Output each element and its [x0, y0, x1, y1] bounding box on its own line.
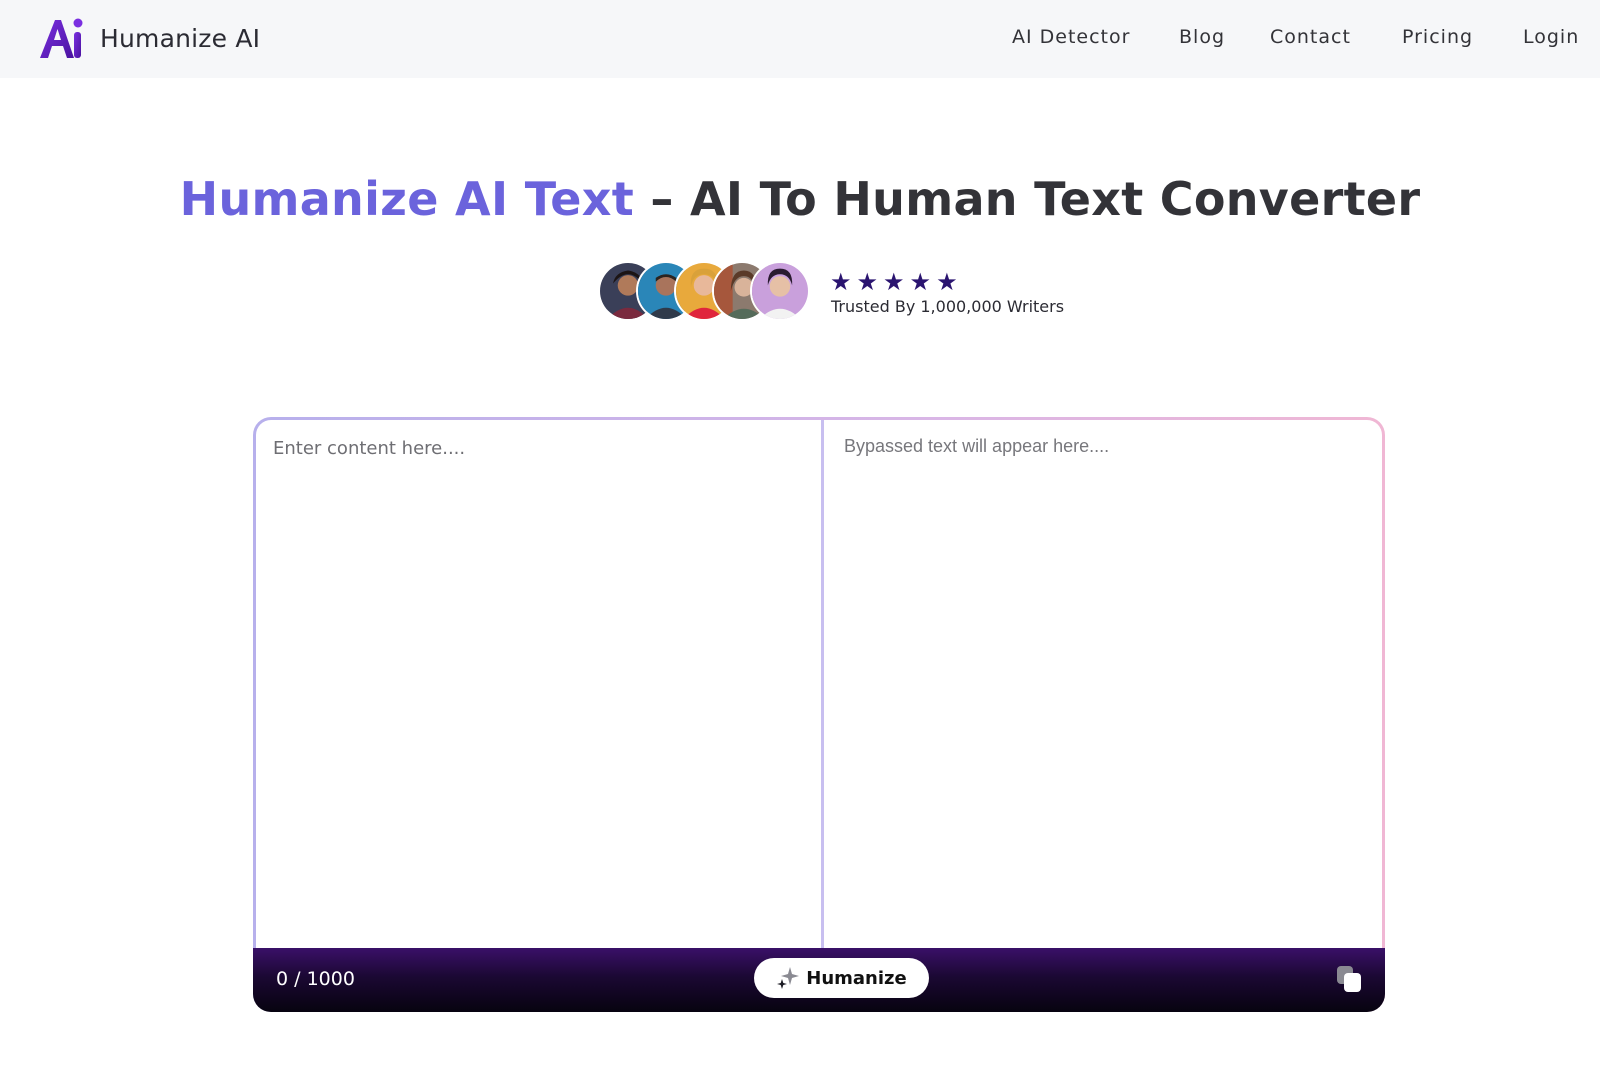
ai-logo-icon — [40, 18, 83, 58]
humanize-button-label: Humanize — [806, 967, 907, 989]
input-pane — [256, 420, 821, 951]
page-title: Humanize AI Text – AI To Human Text Conv… — [0, 172, 1600, 226]
output-pane[interactable]: Bypassed text will appear here.... — [824, 420, 1382, 951]
brand[interactable]: Humanize AI — [38, 14, 260, 62]
page-title-accent: Humanize AI Text — [179, 172, 635, 226]
copy-icon[interactable] — [1335, 964, 1363, 994]
output-placeholder: Bypassed text will appear here.... — [844, 436, 1110, 456]
star-icon: ★ — [883, 268, 905, 296]
star-icon: ★ — [856, 268, 879, 296]
star-icon: ★ — [909, 268, 932, 296]
nav-blog[interactable]: Blog — [1179, 0, 1225, 74]
sparkle-icon — [777, 967, 800, 989]
nav-contact[interactable]: Contact — [1270, 0, 1351, 74]
editor-toolbar: 0 / 1000 Humanize — [253, 948, 1385, 1012]
char-count: 0 / 1000 — [276, 968, 355, 990]
star-icon: ★ — [830, 268, 852, 296]
page-title-rest: – AI To Human Text Converter — [634, 172, 1421, 226]
avatar — [750, 261, 810, 321]
nav-pricing[interactable]: Pricing — [1402, 0, 1473, 74]
editor-panes: Bypassed text will appear here.... — [256, 420, 1382, 951]
humanizer-editor: Bypassed text will appear here.... 0 / 1… — [253, 417, 1385, 1012]
brand-name: Humanize AI — [100, 23, 261, 53]
nav-login[interactable]: Login — [1523, 0, 1579, 74]
navbar: Humanize AI AI Detector Blog Contact Pri… — [0, 0, 1600, 78]
nav-ai-detector[interactable]: AI Detector — [1012, 0, 1130, 74]
trusted-by-text: Trusted By 1,000,000 Writers — [831, 297, 1065, 316]
writer-avatars — [598, 261, 816, 323]
star-icon: ★ — [936, 268, 958, 296]
rating-stars: ★ ★ ★ ★ ★ — [830, 268, 963, 296]
humanize-button[interactable]: Humanize — [754, 958, 929, 998]
content-input[interactable] — [256, 420, 821, 951]
